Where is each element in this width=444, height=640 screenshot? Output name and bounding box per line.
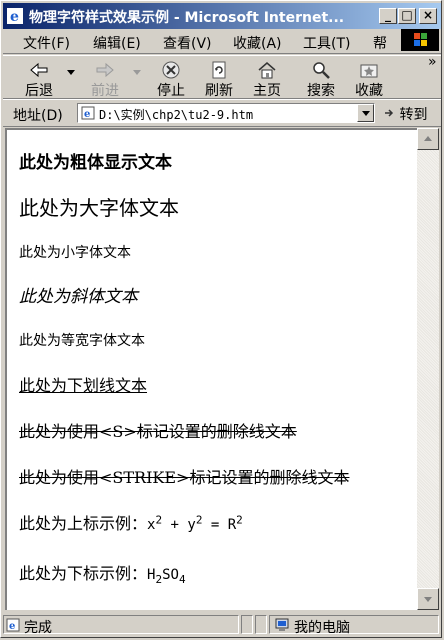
vertical-scrollbar[interactable] [417, 128, 439, 610]
stop-label: 停止 [157, 83, 185, 99]
status-main: e 完成 [3, 615, 239, 636]
minimize-button[interactable]: _ [379, 8, 397, 24]
browser-window: e 物理字符样式效果示例 - Microsoft Internet... _ □… [0, 0, 442, 638]
italic-text: 此处为斜体文本 [19, 287, 138, 307]
status-zone: 我的电脑 [269, 615, 439, 636]
bold-text: 此处为粗体显示文本 [19, 153, 172, 173]
address-label: 地址(D) [13, 108, 63, 124]
page-content: 此处为粗体显示文本 此处为大字体文本 此处为小字体文本 此处为斜体文本 此处为等… [5, 128, 417, 610]
maximize-button[interactable]: □ [398, 8, 416, 24]
my-computer-icon [275, 618, 289, 631]
search-button[interactable]: 搜索 [299, 58, 343, 99]
toolbar-overflow-icon[interactable]: » [428, 54, 437, 70]
home-icon [258, 62, 276, 79]
page-icon: e [81, 106, 95, 120]
forward-arrow-icon [96, 62, 114, 78]
underline-text: 此处为下划线文本 [19, 376, 148, 395]
status-text: 完成 [24, 620, 52, 636]
forward-button[interactable]: 前进 [83, 58, 127, 99]
zone-text: 我的电脑 [294, 620, 350, 636]
scroll-up-button[interactable] [417, 128, 439, 150]
scroll-down-button[interactable] [417, 588, 439, 610]
windows-logo-icon [401, 29, 439, 51]
refresh-icon [212, 61, 226, 79]
menu-bar: 文件(F) 编辑(E) 查看(V) 收藏(A) 工具(T) 帮 [3, 31, 441, 54]
menu-edit[interactable]: 编辑(E) [93, 33, 141, 53]
ie-icon: e [7, 8, 23, 24]
favorites-label: 收藏 [355, 83, 383, 99]
back-button[interactable]: 后退 [17, 58, 61, 99]
page-done-icon: e [6, 618, 20, 632]
forward-label: 前进 [91, 83, 119, 99]
refresh-button[interactable]: 刷新 [197, 58, 241, 99]
address-input[interactable]: e D:\实例\chp2\tu2-9.htm [77, 103, 375, 123]
subscript-example: 此处为下标示例：H2SO4 [19, 564, 186, 586]
menu-favorites[interactable]: 收藏(A) [233, 33, 282, 53]
favorites-button[interactable]: 收藏 [347, 58, 391, 99]
big-text: 此处为大字体文本 [19, 196, 179, 220]
superscript-example: 此处为上标示例：x2 + y2 = R2 [19, 513, 243, 533]
back-arrow-icon [30, 62, 48, 78]
forward-dropdown-icon[interactable] [133, 70, 141, 75]
subscript-prefix: 此处为下标示例： [19, 564, 148, 583]
back-label: 后退 [25, 83, 53, 99]
monospace-text: 此处为等宽字体文本 [19, 333, 145, 349]
menu-view[interactable]: 查看(V) [163, 33, 212, 53]
search-icon [313, 62, 330, 79]
go-label: 转到 [399, 107, 428, 123]
go-arrow-icon [385, 109, 394, 117]
stop-button[interactable]: 停止 [149, 58, 193, 99]
status-cell-2 [255, 615, 267, 634]
window-title: 物理字符样式效果示例 - Microsoft Internet... [29, 10, 345, 26]
home-button[interactable]: 主页 [245, 58, 289, 99]
address-dropdown-button[interactable] [357, 104, 374, 122]
svg-text:e: e [9, 621, 15, 632]
small-text: 此处为小字体文本 [19, 245, 131, 261]
close-button[interactable]: × [419, 8, 437, 24]
superscript-prefix: 此处为上标示例： [19, 514, 148, 533]
refresh-label: 刷新 [205, 83, 233, 99]
svg-text:e: e [84, 109, 90, 120]
status-bar: e 完成 我的电脑 [3, 613, 441, 637]
search-label: 搜索 [307, 83, 335, 99]
svg-text:e: e [10, 9, 19, 24]
title-bar[interactable]: e 物理字符样式效果示例 - Microsoft Internet... _ □… [3, 3, 441, 29]
favorites-folder-icon [360, 64, 378, 78]
menu-tools[interactable]: 工具(T) [303, 33, 350, 53]
stop-icon [162, 61, 180, 79]
back-dropdown-icon[interactable] [67, 70, 75, 75]
address-url: D:\实例\chp2\tu2-9.htm [99, 108, 254, 122]
menu-file[interactable]: 文件(F) [23, 33, 70, 53]
strike-s-text: 此处为使用<S>标记设置的删除线文本 [19, 422, 297, 441]
status-cell-1 [241, 615, 253, 634]
home-label: 主页 [253, 83, 281, 99]
toolbar: 后退 前进 停止 刷新 主页 搜索 收藏 » [3, 54, 441, 99]
address-bar: 地址(D) e D:\实例\chp2\tu2-9.htm 转到 [3, 99, 441, 127]
go-button[interactable]: 转到 [383, 104, 427, 124]
menu-help[interactable]: 帮 [373, 33, 387, 53]
strike-strike-text: 此处为使用<STRIKE>标记设置的删除线文本 [19, 468, 350, 487]
